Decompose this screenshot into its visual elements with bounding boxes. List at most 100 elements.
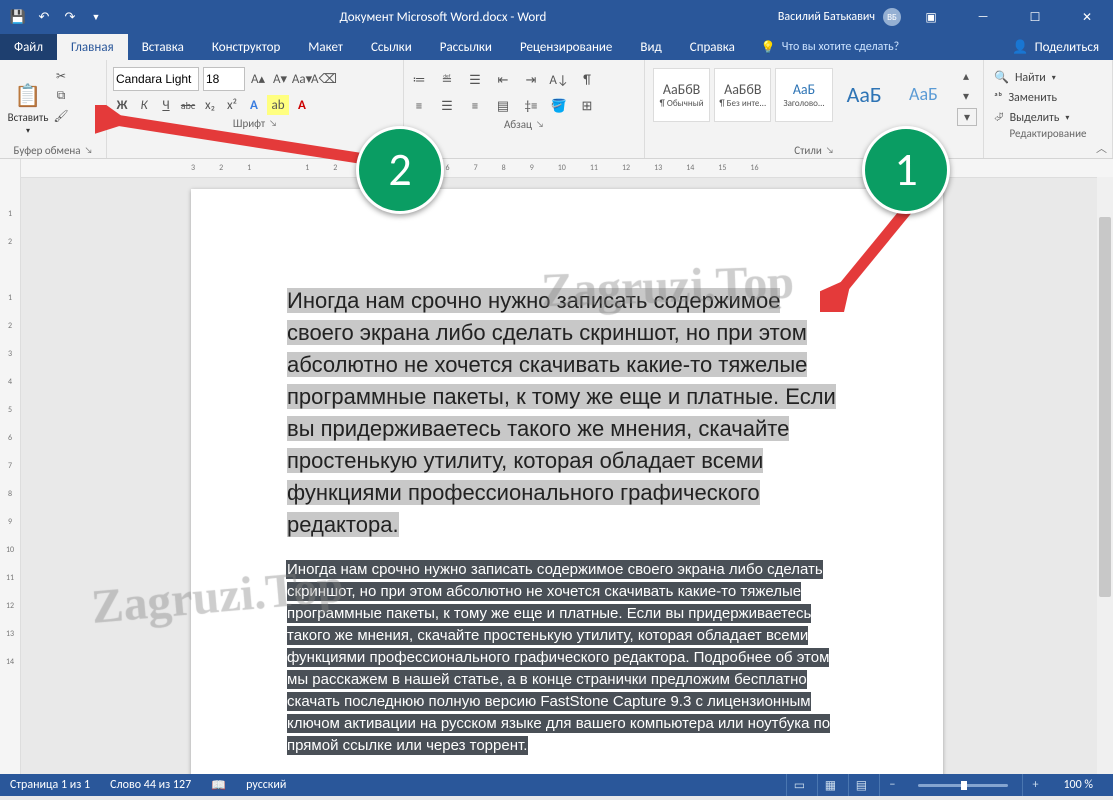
line-spacing-button[interactable]: ‡≡ (522, 96, 540, 116)
tab-home[interactable]: Главная (57, 34, 128, 60)
styles-scroll-up[interactable]: ▴ (957, 68, 975, 84)
minimize-button[interactable]: — (961, 0, 1005, 34)
qat-customize-button[interactable]: ▼ (84, 5, 108, 29)
status-language[interactable]: русский (236, 778, 296, 792)
italic-button[interactable]: К (135, 95, 153, 115)
styles-scroll-down[interactable]: ▾ (957, 88, 975, 104)
ribbon-display-button[interactable]: ▣ (909, 0, 953, 34)
align-center-button[interactable]: ☰ (438, 96, 456, 116)
highlight-button[interactable]: ab (267, 95, 289, 115)
tab-mailings[interactable]: Рассылки (426, 34, 506, 60)
document-page[interactable]: Иногда нам срочно нужно записать содержи… (191, 189, 943, 774)
tab-insert[interactable]: Вставка (128, 34, 198, 60)
styles-more-button[interactable]: ▾ (957, 108, 977, 126)
replace-button[interactable]: ᵃᵇЗаменить (994, 91, 1102, 105)
tell-me-search[interactable]: 💡Что вы хотите сделать? (749, 34, 911, 60)
book-icon: 📖 (211, 778, 226, 793)
vertical-ruler: 12 1234567891011121314 (0, 159, 21, 774)
strikethrough-button[interactable]: abc (179, 95, 197, 115)
change-case-button[interactable]: Aa▾ (293, 69, 311, 89)
style-heading1[interactable]: АаБЗаголово... (775, 68, 832, 122)
copy-button[interactable]: ⧉ (52, 88, 70, 104)
save-button[interactable]: 💾 (6, 5, 30, 29)
scrollbar-thumb[interactable] (1099, 217, 1111, 597)
subscript-button[interactable]: x₂ (201, 95, 219, 115)
web-layout-button[interactable]: ▤ (848, 774, 873, 796)
style-heading2[interactable]: АаБ (837, 68, 892, 120)
align-left-button[interactable]: ≡ (410, 96, 428, 116)
close-button[interactable]: ✕ (1065, 0, 1109, 34)
style-no-spacing[interactable]: АаБбВ¶ Без инте... (714, 68, 771, 122)
show-marks-button[interactable]: ¶ (578, 70, 596, 90)
search-icon: 🔍 (994, 70, 1009, 85)
align-right-button[interactable]: ≡ (466, 96, 484, 116)
status-spellcheck[interactable]: 📖 (201, 778, 236, 793)
redo-button[interactable]: ↷ (58, 5, 82, 29)
zoom-level[interactable]: 100 % (1053, 778, 1103, 792)
status-words[interactable]: Слово 44 из 127 (100, 778, 201, 792)
font-size-select[interactable] (203, 67, 245, 91)
clipboard-icon: 📋 (14, 82, 41, 109)
shrink-font-button[interactable]: A▾ (271, 69, 289, 89)
numbering-button[interactable]: ≝ (438, 70, 456, 90)
grow-font-button[interactable]: A▴ (249, 69, 267, 89)
select-button[interactable]: ⮰Выделить▾ (994, 111, 1102, 125)
tab-references[interactable]: Ссылки (357, 34, 426, 60)
ribbon: 📋 Вставить ▾ ✂ ⧉ 🖌 Буфер обмена↘ A▴ A▾ A… (0, 60, 1113, 159)
status-page[interactable]: Страница 1 из 1 (0, 778, 100, 792)
paste-button[interactable]: 📋 Вставить ▾ (6, 64, 50, 136)
font-color-button[interactable]: A (293, 95, 311, 115)
paragraph-1[interactable]: Иногда нам срочно нужно записать содержи… (287, 285, 847, 541)
zoom-slider[interactable] (918, 784, 1008, 787)
document-area: 12 1234567891011121314 321 1234567891011… (0, 159, 1113, 774)
tab-review[interactable]: Рецензирование (506, 34, 626, 60)
styles-launcher[interactable]: ↘ (826, 145, 834, 156)
increase-indent-button[interactable]: ⇥ (522, 70, 540, 90)
borders-button[interactable]: ⊞ (578, 96, 596, 116)
print-layout-button[interactable]: ▦ (817, 774, 842, 796)
collapse-ribbon-button[interactable]: ︿ (1096, 140, 1107, 156)
format-painter-button[interactable]: 🖌 (52, 108, 70, 124)
find-button[interactable]: 🔍Найти▾ (994, 70, 1102, 85)
undo-button[interactable]: ↶ (32, 5, 56, 29)
avatar[interactable]: ВБ (883, 8, 901, 26)
clipboard-launcher[interactable]: ↘ (85, 145, 93, 156)
tab-design[interactable]: Конструктор (198, 34, 294, 60)
tab-view[interactable]: Вид (626, 34, 675, 60)
paragraph-launcher[interactable]: ↘ (536, 119, 544, 130)
superscript-button[interactable]: x² (223, 95, 241, 115)
text-effects-button[interactable]: A (245, 95, 263, 115)
share-button[interactable]: 👤Поделиться (998, 34, 1113, 60)
font-name-select[interactable] (113, 67, 199, 91)
bullets-button[interactable]: ≔ (410, 70, 428, 90)
tab-file[interactable]: Файл (0, 34, 57, 60)
style-normal[interactable]: АаБбВ¶ Обычный (653, 68, 710, 122)
replace-icon: ᵃᵇ (994, 91, 1002, 105)
underline-button[interactable]: Ч (157, 95, 175, 115)
font-launcher[interactable]: ↘ (269, 118, 277, 129)
share-icon: 👤 (1012, 40, 1028, 55)
user-name[interactable]: Василий Батькавич (778, 10, 875, 24)
zoom-in-button[interactable]: + (1022, 774, 1047, 796)
read-mode-button[interactable]: ▭ (786, 774, 811, 796)
window-title: Документ Microsoft Word.docx - Word (108, 10, 778, 25)
cut-button[interactable]: ✂ (52, 68, 70, 84)
cursor-icon: ⮰ (994, 111, 1004, 125)
shading-button[interactable]: 🪣 (550, 96, 568, 116)
maximize-button[interactable]: ☐ (1013, 0, 1057, 34)
clear-formatting-button[interactable]: A⌫ (315, 69, 333, 89)
tab-layout[interactable]: Макет (294, 34, 357, 60)
paragraph-2[interactable]: Иногда нам срочно нужно записать содержи… (287, 559, 847, 757)
annotation-badge-2: 2 (356, 126, 444, 214)
vertical-scrollbar[interactable] (1097, 177, 1113, 774)
bold-button[interactable]: Ж (113, 95, 131, 115)
justify-button[interactable]: ▤ (494, 96, 512, 116)
decrease-indent-button[interactable]: ⇤ (494, 70, 512, 90)
sort-button[interactable]: A↓ (550, 70, 568, 90)
zoom-out-button[interactable]: − (879, 774, 904, 796)
tab-help[interactable]: Справка (676, 34, 749, 60)
style-heading3[interactable]: АаБ (896, 68, 951, 120)
ribbon-tabs: Файл Главная Вставка Конструктор Макет С… (0, 34, 1113, 60)
bulb-icon: 💡 (761, 40, 776, 55)
multilevel-button[interactable]: ☰ (466, 70, 484, 90)
